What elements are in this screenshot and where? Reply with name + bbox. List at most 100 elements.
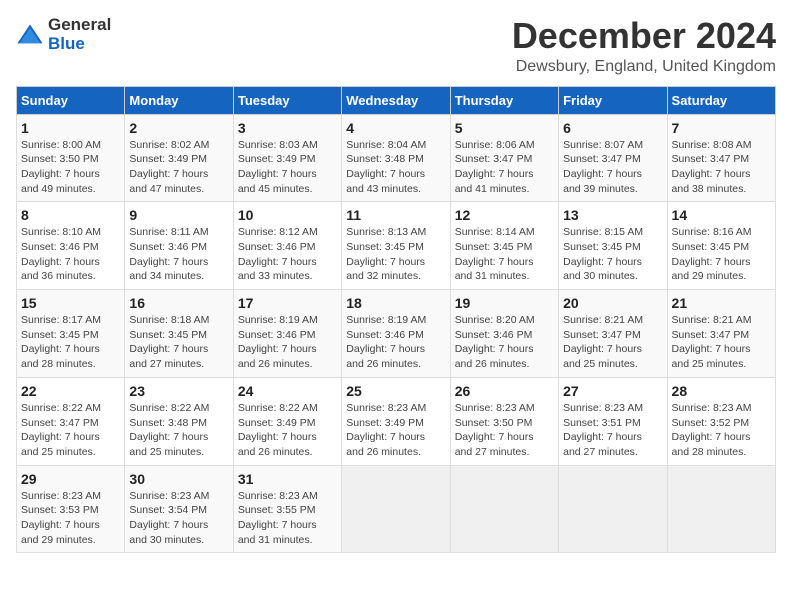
location-title: Dewsbury, England, United Kingdom xyxy=(512,58,776,76)
day-number: 17 xyxy=(238,295,337,311)
day-detail: Sunrise: 8:21 AM Sunset: 3:47 PM Dayligh… xyxy=(672,313,771,372)
header: General Blue December 2024 Dewsbury, Eng… xyxy=(16,16,776,76)
calendar-week-4: 22 Sunrise: 8:22 AM Sunset: 3:47 PM Dayl… xyxy=(17,377,776,465)
day-detail: Sunrise: 8:23 AM Sunset: 3:52 PM Dayligh… xyxy=(672,401,771,460)
calendar-cell xyxy=(450,465,558,553)
day-header-friday: Friday xyxy=(559,86,667,114)
calendar-cell: 6 Sunrise: 8:07 AM Sunset: 3:47 PM Dayli… xyxy=(559,114,667,202)
day-number: 28 xyxy=(672,383,771,399)
calendar-cell: 7 Sunrise: 8:08 AM Sunset: 3:47 PM Dayli… xyxy=(667,114,775,202)
calendar-cell: 27 Sunrise: 8:23 AM Sunset: 3:51 PM Dayl… xyxy=(559,377,667,465)
day-detail: Sunrise: 8:00 AM Sunset: 3:50 PM Dayligh… xyxy=(21,138,120,197)
calendar-cell: 25 Sunrise: 8:23 AM Sunset: 3:49 PM Dayl… xyxy=(342,377,450,465)
day-detail: Sunrise: 8:03 AM Sunset: 3:49 PM Dayligh… xyxy=(238,138,337,197)
calendar-cell: 18 Sunrise: 8:19 AM Sunset: 3:46 PM Dayl… xyxy=(342,290,450,378)
day-number: 4 xyxy=(346,120,445,136)
calendar-cell: 11 Sunrise: 8:13 AM Sunset: 3:45 PM Dayl… xyxy=(342,202,450,290)
day-number: 25 xyxy=(346,383,445,399)
day-number: 26 xyxy=(455,383,554,399)
calendar-cell: 8 Sunrise: 8:10 AM Sunset: 3:46 PM Dayli… xyxy=(17,202,125,290)
logo-general: General xyxy=(48,16,111,35)
day-header-saturday: Saturday xyxy=(667,86,775,114)
month-title: December 2024 xyxy=(512,16,776,56)
calendar: SundayMondayTuesdayWednesdayThursdayFrid… xyxy=(16,86,776,554)
calendar-cell: 31 Sunrise: 8:23 AM Sunset: 3:55 PM Dayl… xyxy=(233,465,341,553)
calendar-cell: 26 Sunrise: 8:23 AM Sunset: 3:50 PM Dayl… xyxy=(450,377,558,465)
day-header-sunday: Sunday xyxy=(17,86,125,114)
day-number: 12 xyxy=(455,207,554,223)
day-number: 1 xyxy=(21,120,120,136)
calendar-cell: 1 Sunrise: 8:00 AM Sunset: 3:50 PM Dayli… xyxy=(17,114,125,202)
logo-icon xyxy=(16,21,44,49)
calendar-cell: 20 Sunrise: 8:21 AM Sunset: 3:47 PM Dayl… xyxy=(559,290,667,378)
day-number: 31 xyxy=(238,471,337,487)
calendar-week-5: 29 Sunrise: 8:23 AM Sunset: 3:53 PM Dayl… xyxy=(17,465,776,553)
day-number: 20 xyxy=(563,295,662,311)
day-detail: Sunrise: 8:17 AM Sunset: 3:45 PM Dayligh… xyxy=(21,313,120,372)
calendar-cell: 21 Sunrise: 8:21 AM Sunset: 3:47 PM Dayl… xyxy=(667,290,775,378)
calendar-week-2: 8 Sunrise: 8:10 AM Sunset: 3:46 PM Dayli… xyxy=(17,202,776,290)
calendar-cell xyxy=(342,465,450,553)
calendar-cell xyxy=(667,465,775,553)
day-detail: Sunrise: 8:23 AM Sunset: 3:51 PM Dayligh… xyxy=(563,401,662,460)
day-number: 22 xyxy=(21,383,120,399)
day-number: 18 xyxy=(346,295,445,311)
calendar-cell: 16 Sunrise: 8:18 AM Sunset: 3:45 PM Dayl… xyxy=(125,290,233,378)
day-number: 29 xyxy=(21,471,120,487)
day-number: 6 xyxy=(563,120,662,136)
day-detail: Sunrise: 8:02 AM Sunset: 3:49 PM Dayligh… xyxy=(129,138,228,197)
day-detail: Sunrise: 8:23 AM Sunset: 3:55 PM Dayligh… xyxy=(238,489,337,548)
day-detail: Sunrise: 8:04 AM Sunset: 3:48 PM Dayligh… xyxy=(346,138,445,197)
calendar-cell: 24 Sunrise: 8:22 AM Sunset: 3:49 PM Dayl… xyxy=(233,377,341,465)
day-number: 19 xyxy=(455,295,554,311)
logo: General Blue xyxy=(16,16,111,53)
day-detail: Sunrise: 8:11 AM Sunset: 3:46 PM Dayligh… xyxy=(129,225,228,284)
day-header-tuesday: Tuesday xyxy=(233,86,341,114)
calendar-header-row: SundayMondayTuesdayWednesdayThursdayFrid… xyxy=(17,86,776,114)
day-detail: Sunrise: 8:23 AM Sunset: 3:50 PM Dayligh… xyxy=(455,401,554,460)
day-number: 11 xyxy=(346,207,445,223)
day-detail: Sunrise: 8:14 AM Sunset: 3:45 PM Dayligh… xyxy=(455,225,554,284)
calendar-cell: 22 Sunrise: 8:22 AM Sunset: 3:47 PM Dayl… xyxy=(17,377,125,465)
calendar-cell: 5 Sunrise: 8:06 AM Sunset: 3:47 PM Dayli… xyxy=(450,114,558,202)
calendar-cell: 2 Sunrise: 8:02 AM Sunset: 3:49 PM Dayli… xyxy=(125,114,233,202)
calendar-cell: 29 Sunrise: 8:23 AM Sunset: 3:53 PM Dayl… xyxy=(17,465,125,553)
day-header-wednesday: Wednesday xyxy=(342,86,450,114)
calendar-cell: 14 Sunrise: 8:16 AM Sunset: 3:45 PM Dayl… xyxy=(667,202,775,290)
calendar-cell: 19 Sunrise: 8:20 AM Sunset: 3:46 PM Dayl… xyxy=(450,290,558,378)
day-detail: Sunrise: 8:22 AM Sunset: 3:49 PM Dayligh… xyxy=(238,401,337,460)
day-number: 15 xyxy=(21,295,120,311)
day-number: 24 xyxy=(238,383,337,399)
calendar-cell: 28 Sunrise: 8:23 AM Sunset: 3:52 PM Dayl… xyxy=(667,377,775,465)
day-number: 3 xyxy=(238,120,337,136)
day-number: 14 xyxy=(672,207,771,223)
calendar-cell: 13 Sunrise: 8:15 AM Sunset: 3:45 PM Dayl… xyxy=(559,202,667,290)
calendar-week-1: 1 Sunrise: 8:00 AM Sunset: 3:50 PM Dayli… xyxy=(17,114,776,202)
day-detail: Sunrise: 8:12 AM Sunset: 3:46 PM Dayligh… xyxy=(238,225,337,284)
day-number: 2 xyxy=(129,120,228,136)
calendar-cell: 12 Sunrise: 8:14 AM Sunset: 3:45 PM Dayl… xyxy=(450,202,558,290)
day-number: 27 xyxy=(563,383,662,399)
day-number: 30 xyxy=(129,471,228,487)
day-number: 21 xyxy=(672,295,771,311)
day-number: 23 xyxy=(129,383,228,399)
day-detail: Sunrise: 8:16 AM Sunset: 3:45 PM Dayligh… xyxy=(672,225,771,284)
calendar-cell: 17 Sunrise: 8:19 AM Sunset: 3:46 PM Dayl… xyxy=(233,290,341,378)
day-detail: Sunrise: 8:20 AM Sunset: 3:46 PM Dayligh… xyxy=(455,313,554,372)
day-detail: Sunrise: 8:21 AM Sunset: 3:47 PM Dayligh… xyxy=(563,313,662,372)
day-number: 10 xyxy=(238,207,337,223)
day-detail: Sunrise: 8:23 AM Sunset: 3:49 PM Dayligh… xyxy=(346,401,445,460)
day-detail: Sunrise: 8:22 AM Sunset: 3:48 PM Dayligh… xyxy=(129,401,228,460)
day-number: 9 xyxy=(129,207,228,223)
calendar-cell: 23 Sunrise: 8:22 AM Sunset: 3:48 PM Dayl… xyxy=(125,377,233,465)
day-header-monday: Monday xyxy=(125,86,233,114)
day-detail: Sunrise: 8:08 AM Sunset: 3:47 PM Dayligh… xyxy=(672,138,771,197)
calendar-week-3: 15 Sunrise: 8:17 AM Sunset: 3:45 PM Dayl… xyxy=(17,290,776,378)
day-detail: Sunrise: 8:23 AM Sunset: 3:54 PM Dayligh… xyxy=(129,489,228,548)
day-detail: Sunrise: 8:18 AM Sunset: 3:45 PM Dayligh… xyxy=(129,313,228,372)
calendar-cell: 10 Sunrise: 8:12 AM Sunset: 3:46 PM Dayl… xyxy=(233,202,341,290)
calendar-cell: 30 Sunrise: 8:23 AM Sunset: 3:54 PM Dayl… xyxy=(125,465,233,553)
day-detail: Sunrise: 8:06 AM Sunset: 3:47 PM Dayligh… xyxy=(455,138,554,197)
day-detail: Sunrise: 8:23 AM Sunset: 3:53 PM Dayligh… xyxy=(21,489,120,548)
day-number: 13 xyxy=(563,207,662,223)
